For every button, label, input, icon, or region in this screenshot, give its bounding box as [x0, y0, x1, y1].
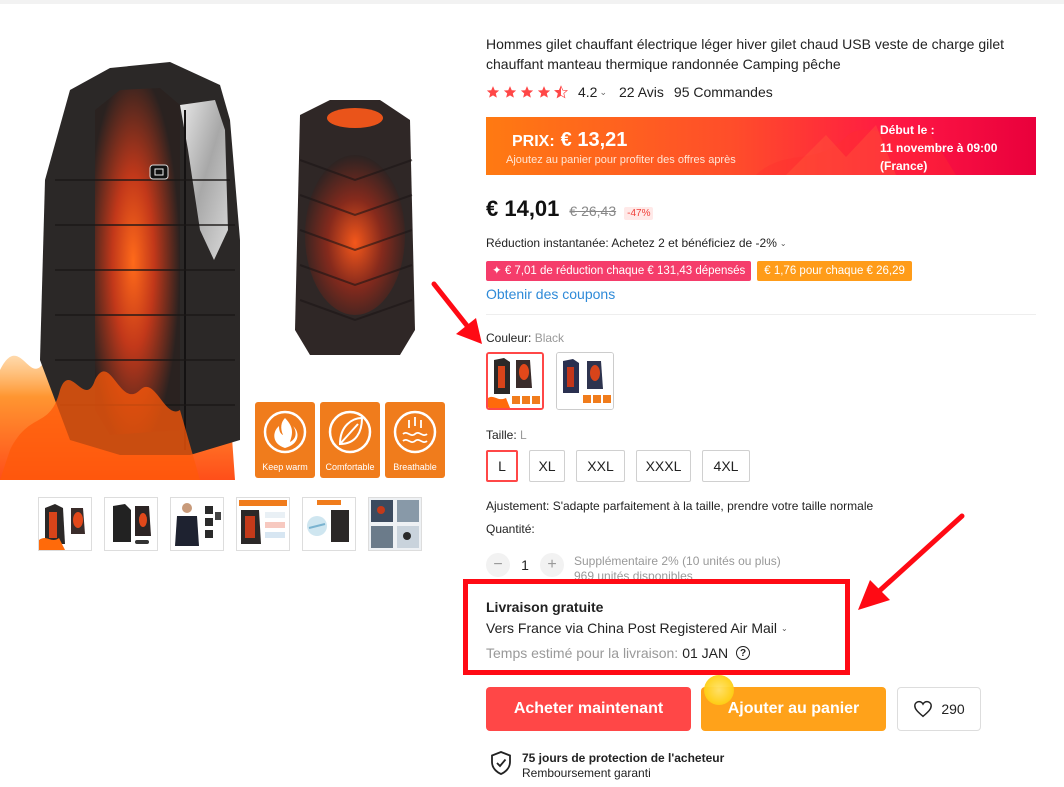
shipping-method-selector[interactable]: Vers France via China Post Registered Ai…: [486, 620, 788, 636]
chevron-down-icon[interactable]: ⌄: [599, 87, 607, 98]
star-icon: [520, 86, 534, 98]
quantity-label: Quantité:: [486, 522, 535, 536]
quantity-extra-discount: Supplémentaire 2% (10 unités ou plus): [574, 554, 781, 568]
quantity-plus-button[interactable]: +: [540, 553, 564, 577]
chevron-down-icon: ⌄: [781, 623, 788, 633]
annotation-arrow-right: [858, 513, 965, 610]
orders-count: 95 Commandes: [673, 84, 773, 100]
thumbnail-3[interactable]: [170, 497, 224, 551]
coupon-store[interactable]: ✦ € 7,01 de réduction chaque € 131,43 dé…: [486, 261, 752, 281]
wishlist-count: 290: [941, 701, 965, 717]
delivery-estimate: Temps estimé pour la livraison: 01 JAN ?: [486, 645, 751, 661]
thumbnail-strip: [38, 497, 422, 551]
protection-subtitle: Remboursement garanti: [522, 766, 651, 780]
original-price: € 26,43: [569, 203, 617, 219]
coupon-select[interactable]: € 1,76 pour chaque € 26,29: [757, 261, 912, 281]
wishlist-button[interactable]: 290: [897, 687, 981, 731]
size-options: L XL XXL XXXL 4XL: [486, 450, 750, 482]
chevron-down-icon: ⌄: [779, 238, 787, 248]
help-icon[interactable]: ?: [736, 646, 751, 660]
buy-now-button[interactable]: Acheter maintenant: [486, 687, 691, 731]
instant-reduction[interactable]: Réduction instantanée: Achetez 2 et béné…: [486, 236, 787, 250]
size-option-xxxl[interactable]: XXXL: [636, 450, 691, 482]
quantity-input[interactable]: 1: [510, 557, 540, 573]
promo-start-line2: 11 novembre à 09:00: [880, 141, 998, 155]
instant-reduction-text: Réduction instantanée: Achetez 2 et béné…: [486, 236, 777, 250]
divider: [486, 314, 1036, 315]
promo-banner: PRIX: € 13,21 Ajoutez au panier pour pro…: [486, 117, 1036, 175]
buyer-protection: 75 jours de protection de l'acheteur Rem…: [490, 751, 724, 781]
shipping-title: Livraison gratuite: [486, 599, 604, 615]
reviews-count[interactable]: 22 Avis: [619, 84, 664, 100]
color-label-text: Couleur:: [486, 331, 535, 345]
coupon-row: ✦ € 7,01 de réduction chaque € 131,43 dé…: [486, 261, 912, 281]
main-product-image[interactable]: Keep warm Comfortable Breathable: [0, 30, 460, 480]
thumbnail-4[interactable]: [236, 497, 290, 551]
click-indicator: [704, 675, 734, 705]
star-icon: [486, 86, 500, 98]
size-label-text: Taille:: [486, 428, 521, 442]
color-label: Couleur: Black: [486, 331, 564, 345]
delivery-estimate-label: Temps estimé pour la livraison:: [486, 645, 679, 661]
size-label: Taille: L: [486, 428, 527, 442]
rating-score[interactable]: 4.2: [578, 84, 597, 100]
size-value: L: [520, 428, 527, 442]
rating-row: 4.2 ⌄ 22 Avis 95 Commandes: [486, 83, 773, 101]
shield-check-icon: [491, 751, 511, 775]
color-swatch-black[interactable]: [486, 352, 544, 410]
star-rating: [486, 85, 568, 99]
promo-subtitle: Ajoutez au panier pour profiter des offr…: [506, 154, 736, 166]
heart-icon: [914, 700, 933, 718]
size-option-xl[interactable]: XL: [529, 450, 565, 482]
promo-start-line1: Début le :: [880, 123, 935, 137]
fit-info: Ajustement: S'adapte parfaitement à la t…: [486, 499, 874, 513]
heated-vest-illustration: Keep warm Comfortable Breathable: [0, 62, 445, 480]
get-coupons-link[interactable]: Obtenir des coupons: [486, 286, 615, 302]
star-half-icon: [554, 85, 568, 99]
svg-text:Comfortable: Comfortable: [325, 462, 374, 472]
svg-text:Keep warm: Keep warm: [262, 462, 308, 472]
quantity-minus-button[interactable]: −: [486, 553, 510, 577]
discount-badge: -47%: [624, 207, 654, 220]
price-row: € 14,01 € 26,43 -47%: [486, 196, 654, 222]
delivery-estimate-date: 01 JAN: [682, 645, 729, 661]
current-price: € 14,01: [486, 196, 560, 221]
promo-start-line3: (France): [880, 159, 928, 173]
size-option-xxl[interactable]: XXL: [576, 450, 625, 482]
thumbnail-5[interactable]: [302, 497, 356, 551]
svg-text:Breathable: Breathable: [393, 462, 437, 472]
thumbnail-2[interactable]: [104, 497, 158, 551]
color-swatch-navy[interactable]: [556, 352, 614, 410]
thumbnail-6[interactable]: [368, 497, 422, 551]
promo-price-value: € 13,21: [560, 129, 628, 151]
promo-price-label: PRIX:: [512, 133, 555, 150]
top-divider: [0, 0, 1064, 4]
thumbnail-1[interactable]: [38, 497, 92, 551]
shipping-method-text: Vers France via China Post Registered Ai…: [486, 620, 778, 636]
star-icon: [537, 86, 551, 98]
size-option-4xl[interactable]: 4XL: [702, 450, 750, 482]
quantity-stepper: − 1 + Supplémentaire 2% (10 unités ou pl…: [486, 550, 781, 583]
size-option-l[interactable]: L: [486, 450, 518, 482]
product-title: Hommes gilet chauffant électrique léger …: [486, 36, 1005, 72]
promo-start-date: Début le : 11 novembre à 09:00 (France): [880, 121, 997, 175]
color-swatches: [486, 352, 614, 410]
protection-title: 75 jours de protection de l'acheteur: [522, 751, 725, 765]
star-icon: [503, 86, 517, 98]
color-value: Black: [534, 331, 565, 345]
